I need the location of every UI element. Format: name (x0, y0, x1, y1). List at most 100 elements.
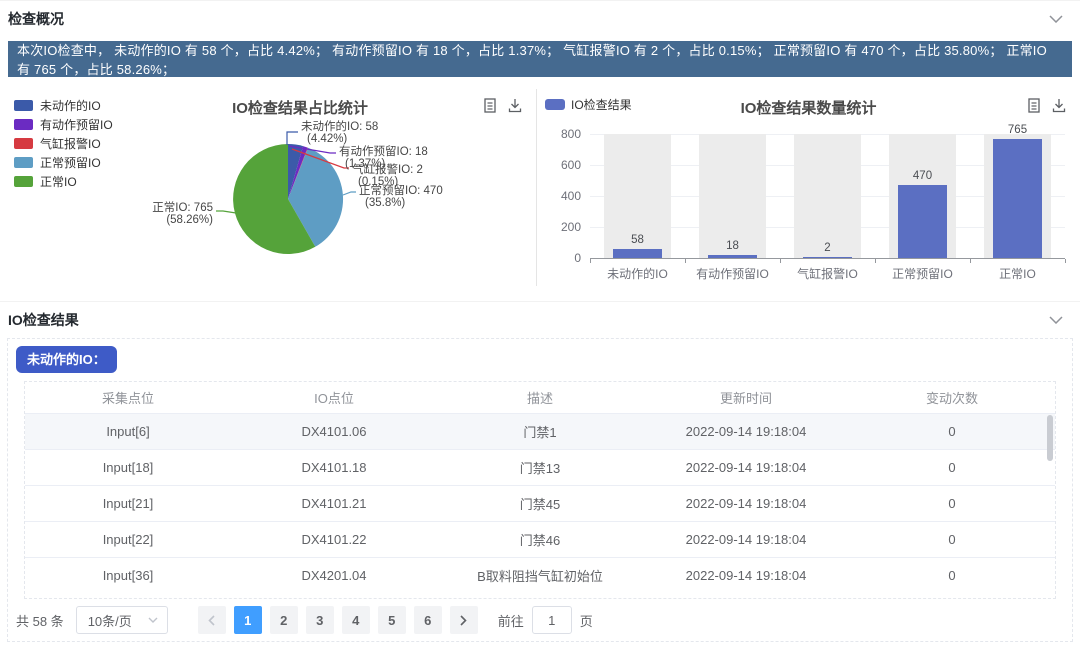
goto-label: 前往 (498, 611, 524, 630)
table-scrollbar[interactable] (1047, 415, 1053, 461)
legend-swatch (14, 138, 33, 149)
results-title: IO检查结果 (8, 310, 79, 330)
table-cell: 门禁1 (437, 414, 643, 449)
page-size-value: 10条/页 (88, 611, 132, 630)
table-body: Input[6]DX4101.06门禁12022-09-14 19:18:040… (25, 413, 1055, 593)
x-axis-tick (685, 259, 686, 263)
page-number-button[interactable]: 2 (270, 606, 298, 634)
table-cell: DX4101.06 (231, 414, 437, 449)
y-axis-tick-label: 800 (537, 127, 581, 141)
bar-legend-swatch (545, 99, 565, 110)
summary-banner: 本次IO检查中， 未动作的IO 有 58 个，占比 4.42%； 有动作预留IO… (8, 41, 1072, 77)
next-page-button[interactable] (450, 606, 478, 634)
legend-item[interactable]: 正常IO (14, 172, 113, 191)
x-axis-tick (590, 259, 591, 263)
bar-value-label: 58 (590, 234, 685, 246)
legend-item[interactable]: 正常预留IO (14, 153, 113, 172)
page-number-button[interactable]: 6 (414, 606, 442, 634)
pie-data-label: 正常IO: 765(58.26%) (152, 202, 213, 226)
bar[interactable] (898, 185, 947, 258)
overview-header: 检查概况 (0, 1, 1080, 37)
table-cell: Input[18] (25, 450, 231, 485)
table-cell: 2022-09-14 19:18:04 (643, 486, 849, 521)
legend-item[interactable]: 有动作预留IO (14, 115, 113, 134)
legend-label: 气缸报警IO (40, 135, 101, 152)
goto-suffix: 页 (580, 611, 593, 630)
download-icon[interactable] (1052, 98, 1066, 113)
table-row: Input[18]DX4101.18门禁132022-09-14 19:18:0… (25, 449, 1055, 485)
legend-label: 正常预留IO (40, 154, 101, 171)
goto-page-input[interactable] (532, 606, 572, 634)
data-view-icon[interactable] (1027, 98, 1041, 113)
bar-toolbox (1027, 98, 1066, 113)
table-cell: 0 (849, 414, 1055, 449)
legend-item[interactable]: 气缸报警IO (14, 134, 113, 153)
y-axis-tick-label: 600 (537, 158, 581, 172)
table-row: Input[21]DX4101.21门禁452022-09-14 19:18:0… (25, 485, 1055, 521)
pie-legend: 未动作的IO有动作预留IO气缸报警IO 正常预留IO正常IO (14, 96, 113, 191)
x-axis-tick-label: 气缸报警IO (780, 265, 875, 282)
table-cell: Input[21] (25, 486, 231, 521)
bar[interactable] (613, 249, 662, 258)
x-axis-tick-label: 正常预留IO (875, 265, 970, 282)
x-axis-tick-label: 未动作的IO (590, 265, 685, 282)
x-axis-line (590, 258, 1065, 259)
legend-item[interactable]: 未动作的IO (14, 96, 113, 115)
x-axis-tick (970, 259, 971, 263)
table-cell: 2022-09-14 19:18:04 (643, 522, 849, 557)
table-cell: 2022-09-14 19:18:04 (643, 558, 849, 593)
legend-label: 未动作的IO (40, 97, 101, 114)
y-axis-tick-label: 200 (537, 220, 581, 234)
data-view-icon[interactable] (483, 98, 497, 113)
x-axis-tick-label: 正常IO (970, 265, 1065, 282)
legend-swatch (14, 119, 33, 130)
bar-legend[interactable]: IO检查结果 (545, 96, 632, 113)
page-number-button[interactable]: 1 (234, 606, 262, 634)
bar-value-label: 18 (685, 240, 780, 252)
table-cell: DX4101.22 (231, 522, 437, 557)
prev-page-button[interactable] (198, 606, 226, 634)
table-cell: 0 (849, 450, 1055, 485)
table-header-cell: 更新时间 (643, 382, 849, 413)
summary-text: 本次IO检查中， 未动作的IO 有 58 个，占比 4.42%； 有动作预留IO… (17, 40, 1063, 78)
category-badge[interactable]: 未动作的IO： (16, 346, 117, 373)
table-header-cell: 变动次数 (849, 382, 1055, 413)
total-count: 共 58 条 (16, 611, 64, 630)
legend-swatch (14, 157, 33, 168)
chevron-down-icon[interactable] (1049, 15, 1063, 23)
table-cell: DX4101.21 (231, 486, 437, 521)
download-icon[interactable] (508, 98, 522, 113)
page-number-button[interactable]: 3 (306, 606, 334, 634)
table-cell: Input[6] (25, 414, 231, 449)
table-header-cell: 描述 (437, 382, 643, 413)
page-number-button[interactable]: 4 (342, 606, 370, 634)
chevron-down-icon (148, 617, 158, 623)
legend-swatch (14, 176, 33, 187)
table-cell: 2022-09-14 19:18:04 (643, 414, 849, 449)
results-header: IO检查结果 (0, 302, 1080, 338)
bar-background-shadow (794, 134, 861, 258)
x-axis-tick-label: 有动作预留IO (685, 265, 780, 282)
table-cell: 0 (849, 522, 1055, 557)
x-axis-tick (1065, 259, 1066, 263)
bar-chart[interactable]: 020040060080058未动作的IO18有动作预留IO2气缸报警IO470… (537, 89, 1080, 286)
chevron-left-icon (208, 615, 215, 626)
pie-data-label: 正常预留IO: 470(35.8%) (359, 185, 443, 209)
pie-data-label: 未动作的IO: 58(4.42%) (301, 121, 378, 145)
pagination: 共 58 条 10条/页 123456 前往 页 (16, 599, 1064, 641)
table-cell: B取料阻挡气缸初始位 (437, 558, 643, 593)
table-row: Input[6]DX4101.06门禁12022-09-14 19:18:040 (25, 413, 1055, 449)
results-table: 采集点位IO点位描述更新时间变动次数 Input[6]DX4101.06门禁12… (24, 381, 1056, 599)
table-row: Input[22]DX4101.22门禁462022-09-14 19:18:0… (25, 521, 1055, 557)
y-axis-tick-label: 0 (537, 251, 581, 265)
table-cell: DX4201.04 (231, 558, 437, 593)
page-number-button[interactable]: 5 (378, 606, 406, 634)
table-header-cell: IO点位 (231, 382, 437, 413)
chevron-down-icon[interactable] (1049, 316, 1063, 324)
bar-chart-card: IO检查结果 IO检查结果数量统计 020040060080058未动作的IO1… (537, 89, 1080, 286)
legend-swatch (14, 100, 33, 111)
table-cell: DX4101.18 (231, 450, 437, 485)
page-size-select[interactable]: 10条/页 (76, 606, 168, 634)
bar[interactable] (993, 139, 1042, 258)
x-axis-tick (780, 259, 781, 263)
